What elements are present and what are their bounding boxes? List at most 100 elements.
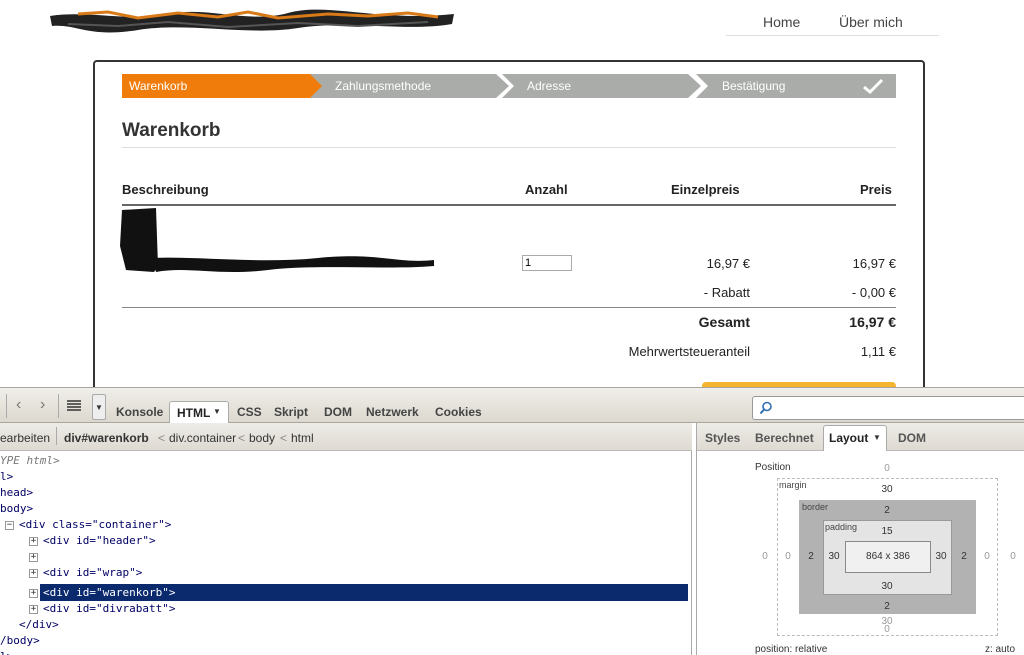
tab-styles[interactable]: Styles xyxy=(705,431,740,445)
tab-computed[interactable]: Berechnet xyxy=(755,431,814,445)
vat-value: 1,11 € xyxy=(860,344,896,359)
tab-console[interactable]: Konsole xyxy=(116,405,163,419)
dom-node[interactable]: head> xyxy=(0,485,33,501)
margin-left: 0 xyxy=(785,551,791,562)
discount-label: - Rabatt xyxy=(703,285,750,300)
collapse-icon[interactable]: − xyxy=(5,521,14,530)
side-panel: Styles Berechnet Layout ▼ DOM Position m… xyxy=(696,423,1024,655)
position-value: position: relative xyxy=(755,644,828,655)
margin-bottom: 30 xyxy=(881,616,893,627)
side-tabs: Styles Berechnet Layout ▼ DOM xyxy=(697,423,1024,451)
expand-icon[interactable]: + xyxy=(29,553,38,562)
html-panel: earbeiten div#warenkorb < div.container … xyxy=(0,423,692,655)
step-cart[interactable]: Warenkorb xyxy=(122,74,326,98)
breadcrumb-item[interactable]: div#warenkorb xyxy=(64,431,149,445)
z-index-value: z: auto xyxy=(985,644,1016,655)
content-size: 864 x 386 xyxy=(866,551,910,562)
chevron-down-icon[interactable]: ▼ xyxy=(213,407,221,416)
top-navigation: Home Über mich xyxy=(726,12,939,36)
dom-node[interactable]: body> xyxy=(0,501,33,517)
tab-layout[interactable]: Layout ▼ xyxy=(823,425,887,451)
doctype-text: YPE html> xyxy=(0,454,60,467)
toolbar-separator xyxy=(56,427,57,445)
back-icon[interactable]: ‹ xyxy=(16,396,21,414)
tab-cookies[interactable]: Cookies xyxy=(435,405,482,419)
dom-node[interactable]: YPE html> xyxy=(0,453,60,469)
margin-top: 30 xyxy=(881,484,893,495)
padding-top: 15 xyxy=(881,526,893,537)
total-value: 16,97 € xyxy=(849,314,896,330)
border-bottom: 2 xyxy=(884,601,890,612)
dom-node[interactable]: l> xyxy=(0,469,13,485)
dom-node[interactable]: /body> xyxy=(0,633,40,649)
devtools-panel: ‹ › ▼ Konsole HTML ▼ CSS Skript DOM Netz… xyxy=(0,387,1024,655)
tab-css[interactable]: CSS xyxy=(237,405,262,419)
dom-node[interactable]: </div> xyxy=(19,617,59,633)
list-icon[interactable] xyxy=(66,400,82,412)
nav-link-home[interactable]: Home xyxy=(763,14,800,30)
padding-left: 30 xyxy=(828,551,840,562)
breadcrumb-edit[interactable]: earbeiten xyxy=(0,431,50,445)
vat-label: Mehrwertsteueranteil xyxy=(628,344,750,359)
step-confirm[interactable]: Bestätigung xyxy=(696,74,896,98)
dom-node-selected[interactable]: <div id="warenkorb"> xyxy=(43,585,175,601)
quantity-input[interactable] xyxy=(522,255,572,271)
breadcrumb-item[interactable]: html xyxy=(291,431,314,445)
dom-node[interactable]: l> xyxy=(0,649,13,655)
toolbar-separator xyxy=(58,394,59,418)
border-label: border xyxy=(802,502,829,512)
dom-node[interactable]: <div id="header"> xyxy=(43,533,156,549)
chevron-down-icon[interactable]: ▼ xyxy=(92,394,106,420)
page-title: Warenkorb xyxy=(122,120,221,141)
col-header-price: Preis xyxy=(860,182,892,197)
step-payment[interactable]: Zahlungsmethode xyxy=(310,74,510,98)
divider xyxy=(122,147,896,148)
dom-node[interactable]: <div id="divrabatt"> xyxy=(43,601,175,617)
breadcrumb-separator: < xyxy=(158,431,166,445)
product-description-image xyxy=(120,208,434,272)
checkout-steps: Warenkorb Zahlungsmethode Adresse Bestät… xyxy=(122,74,896,98)
chevron-down-icon[interactable]: ▼ xyxy=(873,433,881,442)
tab-html[interactable]: HTML ▼ xyxy=(169,401,229,424)
breadcrumb-item[interactable]: body xyxy=(249,431,275,445)
tab-script[interactable]: Skript xyxy=(274,405,308,419)
dom-node[interactable]: <div id="wrap"> xyxy=(43,565,142,581)
dom-tree: YPE html> l> head> body> − <div class="c… xyxy=(0,451,692,655)
site-logo xyxy=(50,9,454,33)
step-label: Bestätigung xyxy=(722,79,786,93)
forward-icon[interactable]: › xyxy=(40,396,45,414)
padding-label: padding xyxy=(825,522,858,532)
tab-label: HTML xyxy=(177,406,211,420)
search-input[interactable] xyxy=(752,396,1024,420)
col-header-unit-price: Einzelpreis xyxy=(671,182,740,197)
border-top: 2 xyxy=(884,505,890,516)
position-top: 0 xyxy=(884,463,890,474)
step-label: Adresse xyxy=(527,79,572,93)
total-label: Gesamt xyxy=(698,314,750,330)
tab-dom[interactable]: DOM xyxy=(324,405,352,419)
discount-value: - 0,00 € xyxy=(851,285,896,300)
item-unit-price: 16,97 € xyxy=(706,256,750,271)
border-right: 2 xyxy=(961,551,967,562)
border-left: 2 xyxy=(808,551,814,562)
breadcrumb-item[interactable]: div.container xyxy=(169,431,236,445)
devtools-toolbar: ‹ › ▼ Konsole HTML ▼ CSS Skript DOM Netz… xyxy=(0,387,1024,424)
expand-icon[interactable]: + xyxy=(29,569,38,578)
divider xyxy=(122,307,896,308)
tab-dom-side[interactable]: DOM xyxy=(898,431,926,445)
position-right: 0 xyxy=(1010,551,1016,562)
padding-right: 30 xyxy=(935,551,947,562)
dom-node[interactable]: <div class="container"> xyxy=(19,517,171,533)
step-address[interactable]: Adresse xyxy=(502,74,702,98)
tab-network[interactable]: Netzwerk xyxy=(366,405,419,419)
expand-icon[interactable]: + xyxy=(29,605,38,614)
tab-label: Layout xyxy=(829,431,869,445)
expand-icon[interactable]: + xyxy=(29,537,38,546)
margin-label: margin xyxy=(779,480,807,490)
position-label: Position xyxy=(755,462,791,473)
step-label: Warenkorb xyxy=(129,79,188,93)
nav-link-about[interactable]: Über mich xyxy=(839,14,903,30)
expand-icon[interactable]: + xyxy=(29,589,38,598)
checkmark-icon xyxy=(863,78,884,94)
breadcrumb-separator: < xyxy=(238,431,246,445)
